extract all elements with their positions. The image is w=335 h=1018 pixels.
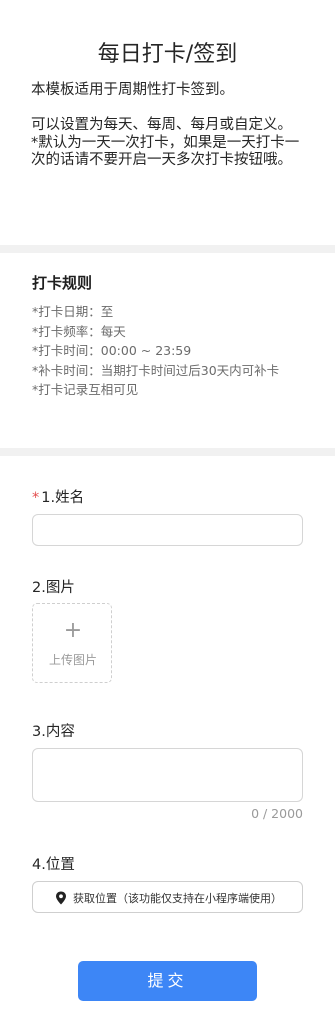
rule-item: *打卡记录互相可见: [32, 382, 139, 397]
submit-button[interactable]: 提交: [78, 961, 257, 1001]
location-label: 4.位置: [32, 857, 75, 873]
upload-image-button[interactable]: + 上传图片: [32, 603, 112, 683]
page-description: 本模板适用于周期性打卡签到。 可以设置为每天、每周、每月或自定义。 *默认为一天…: [31, 82, 300, 168]
name-input[interactable]: [32, 514, 303, 546]
image-label: 2.图片: [32, 580, 75, 596]
name-label-text: 1.姓名: [41, 490, 85, 506]
required-mark: *: [32, 490, 40, 506]
name-label: * 1.姓名: [32, 486, 84, 507]
content-label: 3.内容: [32, 724, 75, 740]
plus-icon: +: [63, 618, 83, 643]
rules-list: *打卡日期：至 *打卡频率：每天 *打卡时间：00:00 ~ 23:59 *补卡…: [32, 302, 302, 400]
get-location-button[interactable]: 获取位置（该功能仅支持在小程序端使用）: [32, 881, 303, 913]
rule-item: *打卡时间：00:00 ~ 23:59: [32, 343, 192, 358]
upload-image-label: 上传图片: [48, 653, 97, 667]
rules-title: 打卡规则: [32, 274, 93, 292]
rule-item: *打卡日期：至: [32, 304, 114, 319]
page-title: 每日打卡/签到: [97, 42, 238, 67]
rule-item: *打卡频率：每天: [32, 323, 126, 339]
content-char-counter: 0 / 2000: [251, 806, 303, 821]
get-location-label: 获取位置（该功能仅支持在小程序端使用）: [73, 892, 282, 905]
section-divider: [0, 448, 335, 456]
rule-item: *补卡时间：当期打卡时间过后30天内可补卡: [32, 362, 280, 378]
header-section: 每日打卡/签到 本模板适用于周期性打卡签到。 可以设置为每天、每周、每月或自定义…: [0, 0, 335, 245]
content-textarea[interactable]: [32, 748, 303, 802]
section-divider: [0, 245, 335, 253]
map-pin-icon: [56, 891, 66, 905]
